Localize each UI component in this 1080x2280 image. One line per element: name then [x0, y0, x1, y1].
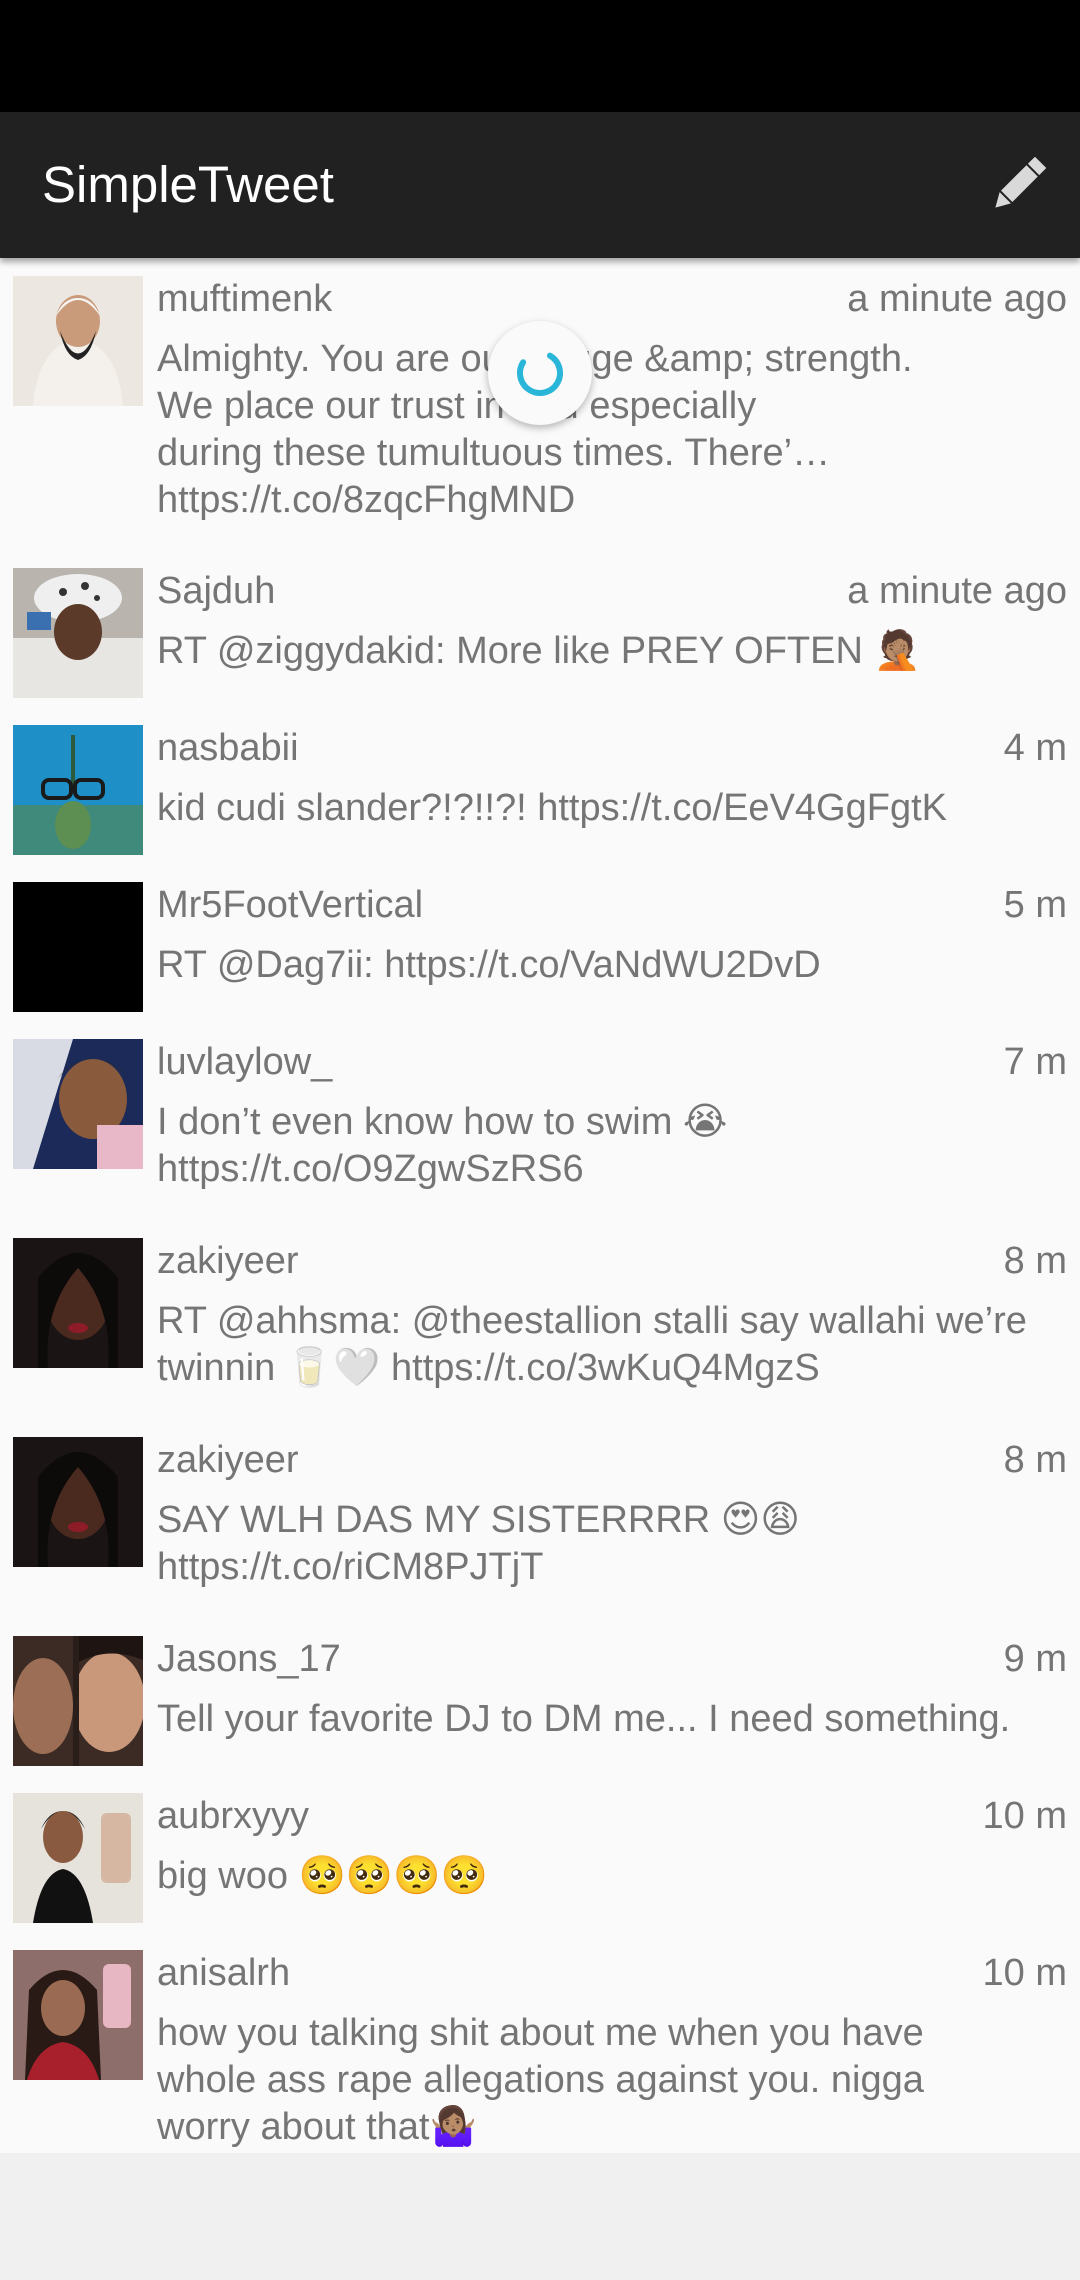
avatar[interactable] [13, 1039, 143, 1169]
tweet-item[interactable]: aubrxyyy 10 m big woo 🥺🥺🥺🥺 [0, 1775, 1080, 1932]
tweet-timestamp: 10 m [982, 1952, 1067, 1994]
tweet-body: RT @Dag7ii: https://t.co/VaNdWU2DvD [157, 944, 821, 986]
tweet-item[interactable]: Jasons_17 9 m Tell your favorite DJ to D… [0, 1618, 1080, 1775]
avatar[interactable] [13, 882, 143, 1012]
tweet-item[interactable]: Mr5FootVertical 5 m RT @Dag7ii: https://… [0, 864, 1080, 1021]
tweet-body: how you talking shit about me when you h… [157, 2012, 924, 2148]
tweet-username: luvlaylow_ [157, 1041, 333, 1083]
tweet-timestamp: 10 m [982, 1795, 1067, 1837]
tweet-body: big woo 🥺🥺🥺🥺 [157, 1855, 488, 1897]
status-bar [0, 0, 1080, 112]
tweet-item[interactable]: zakiyeer 8 m RT @ahhsma: @theestallion s… [0, 1220, 1080, 1419]
tweet-timestamp: 4 m [1003, 727, 1067, 769]
tweet-item[interactable]: Sajduh a minute ago RT @ziggydakid: More… [0, 550, 1080, 707]
tweet-item[interactable]: anisalrh 10 m how you talking shit about… [0, 1932, 1080, 2153]
tweet-body: I don’t even know how to swim 😭 https://… [157, 1101, 728, 1190]
tweet-timestamp: 8 m [1003, 1439, 1067, 1481]
tweet-username: nasbabii [157, 727, 299, 769]
refresh-spinner [488, 321, 592, 425]
app-bar: SimpleTweet [0, 112, 1080, 258]
bottom-empty-area [0, 2153, 1080, 2280]
tweet-item[interactable]: nasbabii 4 m kid cudi slander?!?!!?! htt… [0, 707, 1080, 864]
tweet-timestamp: 8 m [1003, 1240, 1067, 1282]
avatar[interactable] [13, 1950, 143, 2080]
tweet-username: zakiyeer [157, 1240, 299, 1282]
avatar[interactable] [13, 276, 143, 406]
tweet-timestamp: 5 m [1003, 884, 1067, 926]
avatar[interactable] [13, 1437, 143, 1567]
tweet-body: Tell your favorite DJ to DM me... I need… [157, 1698, 1011, 1740]
tweet-username: aubrxyyy [157, 1795, 310, 1837]
tweet-body: RT @ziggydakid: More like PREY OFTEN 🤦🏽 [157, 630, 921, 672]
tweet-body: Almighty. You are our refuge &amp; stren… [157, 338, 913, 521]
avatar[interactable] [13, 1793, 143, 1923]
tweet-item[interactable]: luvlaylow_ 7 m I don’t even know how to … [0, 1021, 1080, 1220]
avatar[interactable] [13, 1238, 143, 1368]
avatar[interactable] [13, 725, 143, 855]
tweet-body: RT @ahhsma: @theestallion stalli say wal… [157, 1300, 1027, 1389]
tweet-timestamp: 9 m [1003, 1638, 1067, 1680]
tweet-timestamp: a minute ago [847, 278, 1067, 320]
compose-button[interactable] [978, 145, 1058, 225]
pencil-icon [995, 156, 1047, 208]
refresh-spinner-icon [517, 350, 563, 396]
tweet-body: SAY WLH DAS MY SISTERRRR 😍😩 https://t.co… [157, 1499, 801, 1588]
tweet-username: Sajduh [157, 570, 276, 612]
tweet-timestamp: a minute ago [847, 570, 1067, 612]
tweet-username: Jasons_17 [157, 1638, 341, 1680]
tweet-username: muftimenk [157, 278, 333, 320]
avatar[interactable] [13, 568, 143, 698]
tweet-item[interactable]: zakiyeer 8 m SAY WLH DAS MY SISTERRRR 😍😩… [0, 1419, 1080, 1618]
tweet-username: zakiyeer [157, 1439, 299, 1481]
avatar[interactable] [13, 1636, 143, 1766]
tweet-body: kid cudi slander?!?!!?! https://t.co/EeV… [157, 787, 947, 829]
tweet-timeline[interactable]: muftimenk a minute ago Almighty. You are… [0, 258, 1080, 2153]
tweet-username: anisalrh [157, 1952, 291, 1994]
tweet-timestamp: 7 m [1003, 1041, 1067, 1083]
app-title: SimpleTweet [42, 156, 334, 213]
tweet-username: Mr5FootVertical [157, 884, 424, 926]
